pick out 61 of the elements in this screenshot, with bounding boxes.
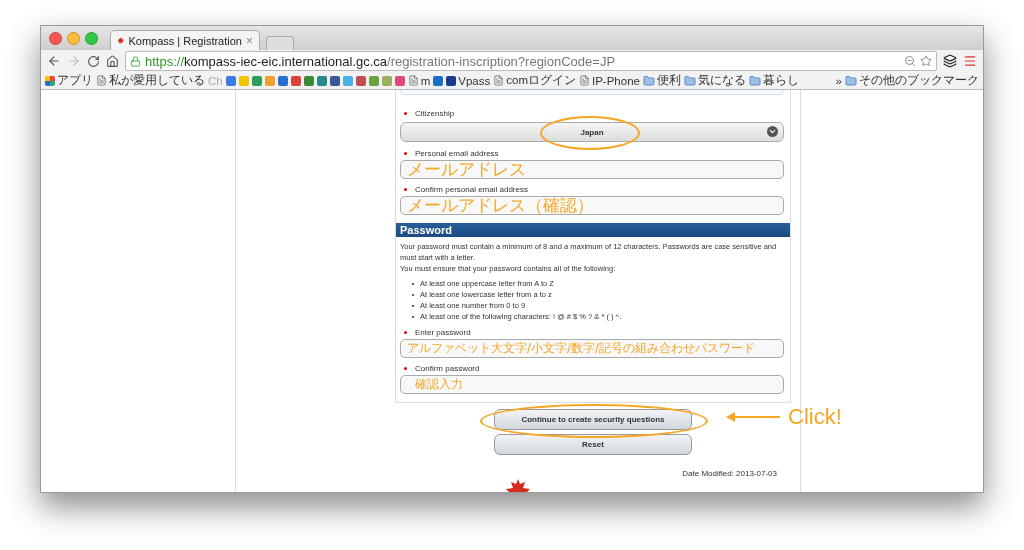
bookmark-link[interactable]: その他のブックマーク: [859, 73, 979, 88]
bookmark-link[interactable]: アプリ: [57, 73, 93, 88]
url-text: https://kompass-iec-eic.international.gc.ca/registration-inscription?regionCode=JP: [145, 53, 616, 69]
back-icon[interactable]: [47, 54, 61, 68]
lock-icon: [130, 55, 141, 67]
folder-icon: [642, 74, 655, 87]
bookmark-link[interactable]: 暮らし: [762, 73, 799, 88]
bookmark-star-icon[interactable]: [920, 55, 932, 67]
date-modified: Date Modified: 2013-07-03: [682, 469, 777, 478]
bookmark-favicon-icon[interactable]: [433, 75, 444, 86]
folder-icon: [748, 74, 761, 87]
bookmark-link[interactable]: m: [420, 74, 431, 87]
continue-button[interactable]: Continue to create security questions: [494, 409, 692, 430]
zoom-out-icon[interactable]: [904, 55, 916, 67]
dropdown-icon: [767, 126, 778, 137]
browser-tab[interactable]: Kompass | Registration ×: [110, 30, 260, 50]
required-mark: [404, 330, 407, 334]
reset-button[interactable]: Reset: [494, 434, 692, 455]
bookmark-favicon-icon[interactable]: [446, 75, 457, 86]
page-icon: [96, 75, 107, 86]
required-mark: [404, 187, 407, 191]
required-mark: [404, 151, 407, 155]
page-icon: [407, 75, 419, 86]
minimize-window-icon[interactable]: [67, 31, 80, 45]
bookmark-favicon-icon[interactable]: [277, 75, 288, 86]
layers-icon[interactable]: [943, 54, 957, 68]
arrow-icon: [726, 411, 782, 423]
bookmark-link[interactable]: 私が愛用している: [109, 73, 205, 88]
field-label: Personal email address: [415, 148, 499, 158]
field-label: Confirm personal email address: [415, 184, 528, 194]
required-mark: [404, 366, 407, 370]
bookmark-favicon-icon[interactable]: [355, 75, 366, 86]
maple-leaf-icon: [506, 479, 530, 492]
citizenship-select[interactable]: Japan: [400, 122, 784, 142]
page-icon: [493, 75, 505, 86]
required-mark: [404, 111, 407, 115]
field-label: Citizenship: [415, 108, 455, 118]
bookmark-favicon-icon[interactable]: [290, 75, 301, 86]
field-label: Confirm password: [415, 363, 480, 373]
reload-icon[interactable]: [87, 54, 100, 68]
bookmark-link[interactable]: Vpass: [458, 74, 491, 87]
menu-icon[interactable]: [963, 54, 977, 68]
maple-leaf-icon: [117, 35, 125, 46]
home-icon[interactable]: [106, 54, 119, 68]
close-window-icon[interactable]: [49, 31, 62, 45]
apps-grid-icon: [45, 75, 55, 86]
page-icon: [579, 75, 590, 86]
folder-icon: [845, 74, 857, 87]
folder-icon: [683, 74, 696, 87]
address-bar[interactable]: https://kompass-iec-eic.international.gc.ca/registration-inscription?regionCode=JP: [125, 51, 937, 71]
section-header: Password: [396, 223, 790, 237]
bookmark-link[interactable]: comログイン: [506, 73, 576, 88]
bookmark-link[interactable]: 便利: [656, 73, 681, 88]
field-label: Enter password: [415, 327, 471, 337]
bookmark-link[interactable]: IP-Phone: [592, 74, 640, 87]
click-note: Click!: [788, 404, 842, 430]
bookmark-link[interactable]: 気になる: [697, 73, 746, 88]
more-bookmarks-button[interactable]: »: [835, 74, 842, 87]
zoom-window-icon[interactable]: [85, 31, 98, 45]
bookmark-favicon-icon[interactable]: [329, 75, 340, 86]
tab-title: Kompass | Registration: [128, 34, 242, 47]
